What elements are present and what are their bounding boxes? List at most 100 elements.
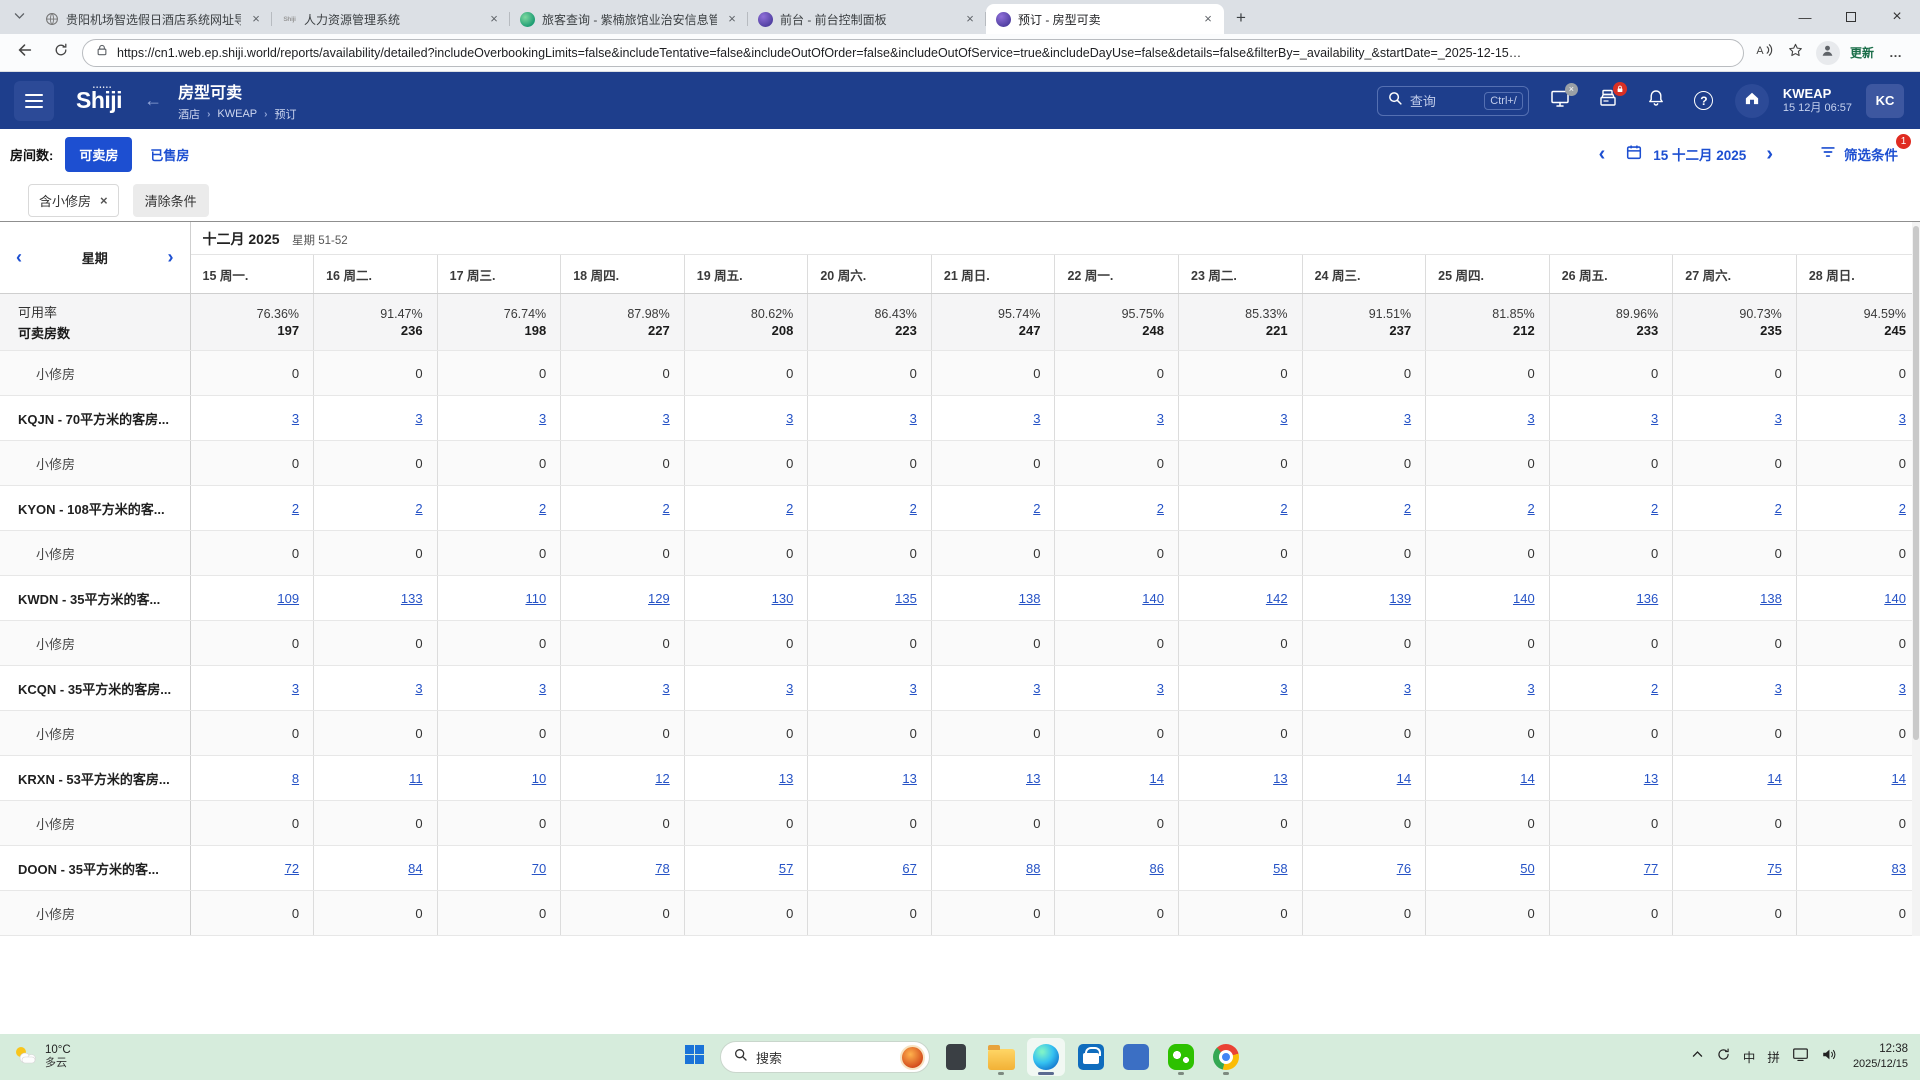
availability-link[interactable]: 10 — [532, 771, 546, 786]
more-menu-button[interactable]: … — [1882, 39, 1910, 67]
availability-link[interactable]: 2 — [415, 501, 422, 516]
chrome-app-button[interactable] — [1207, 1038, 1245, 1076]
availability-link[interactable]: 2 — [1280, 501, 1287, 516]
help-button[interactable]: ? — [1687, 84, 1721, 118]
browser-tab[interactable]: 旅客查询 - 紫楠旅馆业治安信息管× — [510, 4, 748, 34]
availability-link[interactable]: 3 — [663, 681, 670, 696]
user-avatar[interactable]: KC — [1866, 84, 1904, 118]
refresh-button[interactable] — [46, 38, 76, 68]
breadcrumb-property[interactable]: KWEAP — [217, 108, 257, 120]
availability-link[interactable]: 77 — [1644, 861, 1658, 876]
start-button[interactable] — [675, 1038, 713, 1076]
wechat-app-button[interactable] — [1162, 1038, 1200, 1076]
availability-link[interactable]: 129 — [648, 591, 670, 606]
availability-link[interactable]: 12 — [655, 771, 669, 786]
availability-link[interactable]: 3 — [1033, 411, 1040, 426]
availability-link[interactable]: 2 — [539, 501, 546, 516]
folder-app-button[interactable] — [982, 1038, 1020, 1076]
tab-close-icon[interactable]: × — [724, 11, 740, 27]
table-scrollbar[interactable] — [1912, 222, 1920, 936]
home-button[interactable] — [1735, 84, 1769, 118]
availability-link[interactable]: 3 — [1899, 411, 1906, 426]
ime-language-indicator[interactable]: 中 — [1743, 1047, 1756, 1066]
date-picker[interactable]: 15 十二月 2025 — [1653, 144, 1746, 164]
taskbar-clock[interactable]: 12:38 2025/12/15 — [1853, 1042, 1908, 1071]
browser-tab[interactable]: 预订 - 房型可卖× — [986, 4, 1224, 34]
workstation-button[interactable]: × — [1543, 84, 1577, 118]
availability-link[interactable]: 110 — [525, 591, 546, 606]
availability-link[interactable]: 109 — [277, 591, 299, 606]
calculator-app-button[interactable] — [1117, 1038, 1155, 1076]
tab-close-icon[interactable]: × — [962, 11, 978, 27]
availability-link[interactable]: 140 — [1513, 591, 1535, 606]
availability-link[interactable]: 76 — [1397, 861, 1411, 876]
availability-link[interactable]: 88 — [1026, 861, 1040, 876]
store-app-button[interactable] — [1072, 1038, 1110, 1076]
cashier-button[interactable] — [1591, 84, 1625, 118]
next-day-button[interactable]: › — [1756, 143, 1783, 166]
available-rooms-button[interactable]: 可卖房 — [65, 137, 132, 172]
availability-link[interactable]: 14 — [1767, 771, 1781, 786]
next-week-button[interactable]: › — [167, 247, 173, 268]
favorite-button[interactable] — [1782, 39, 1810, 67]
availability-link[interactable]: 2 — [1651, 501, 1658, 516]
availability-link[interactable]: 3 — [663, 411, 670, 426]
availability-link[interactable]: 3 — [1775, 681, 1782, 696]
tab-close-icon[interactable]: × — [486, 11, 502, 27]
previous-week-button[interactable]: ‹ — [16, 247, 22, 268]
availability-link[interactable]: 72 — [285, 861, 299, 876]
availability-link[interactable]: 135 — [895, 591, 917, 606]
availability-link[interactable]: 2 — [1527, 501, 1534, 516]
browser-tab[interactable]: 前台 - 前台控制面板× — [748, 4, 986, 34]
availability-link[interactable]: 3 — [1651, 411, 1658, 426]
availability-link[interactable]: 14 — [1892, 771, 1906, 786]
remove-chip-icon[interactable]: × — [100, 193, 108, 208]
clear-filters-button[interactable]: 清除条件 — [133, 184, 209, 217]
availability-link[interactable]: 2 — [786, 501, 793, 516]
browser-tab[interactable]: 贵阳机场智选假日酒店系统网址导× — [34, 4, 272, 34]
availability-link[interactable]: 2 — [1033, 501, 1040, 516]
availability-link[interactable]: 3 — [1404, 411, 1411, 426]
global-search-input[interactable]: 查询 Ctrl+/ — [1377, 86, 1529, 116]
read-aloud-button[interactable]: A — [1750, 39, 1778, 67]
close-button[interactable]: × — [1874, 0, 1920, 34]
page-back-button[interactable]: ← — [144, 90, 162, 111]
availability-link[interactable]: 11 — [409, 771, 423, 786]
availability-link[interactable]: 2 — [1404, 501, 1411, 516]
menu-button[interactable] — [14, 81, 54, 121]
availability-link[interactable]: 13 — [902, 771, 916, 786]
availability-link[interactable]: 14 — [1397, 771, 1411, 786]
availability-link[interactable]: 140 — [1142, 591, 1164, 606]
scrollbar-thumb[interactable] — [1913, 226, 1919, 740]
availability-link[interactable]: 2 — [292, 501, 299, 516]
availability-link[interactable]: 50 — [1520, 861, 1534, 876]
availability-link[interactable]: 3 — [415, 411, 422, 426]
availability-link[interactable]: 67 — [902, 861, 916, 876]
availability-link[interactable]: 8 — [292, 771, 299, 786]
back-button[interactable] — [10, 38, 40, 68]
availability-link[interactable]: 2 — [1157, 501, 1164, 516]
availability-link[interactable]: 3 — [539, 411, 546, 426]
availability-link[interactable]: 3 — [910, 411, 917, 426]
availability-link[interactable]: 57 — [779, 861, 793, 876]
weather-widget[interactable]: 10°C 多云 — [12, 1044, 71, 1071]
availability-link[interactable]: 3 — [910, 681, 917, 696]
availability-link[interactable]: 3 — [1527, 411, 1534, 426]
availability-link[interactable]: 2 — [663, 501, 670, 516]
availability-link[interactable]: 3 — [1404, 681, 1411, 696]
availability-link[interactable]: 13 — [1644, 771, 1658, 786]
availability-link[interactable]: 75 — [1767, 861, 1781, 876]
availability-link[interactable]: 133 — [401, 591, 423, 606]
new-tab-button[interactable]: + — [1228, 5, 1254, 31]
tray-chevron-up-icon[interactable] — [1691, 1048, 1704, 1066]
tab-close-icon[interactable]: × — [1200, 11, 1216, 27]
availability-link[interactable]: 130 — [772, 591, 794, 606]
availability-link[interactable]: 2 — [1775, 501, 1782, 516]
availability-link[interactable]: 3 — [1280, 411, 1287, 426]
availability-link[interactable]: 142 — [1266, 591, 1288, 606]
bing-daily-icon[interactable] — [900, 1045, 925, 1070]
availability-link[interactable]: 3 — [1157, 411, 1164, 426]
availability-link[interactable]: 2 — [1899, 501, 1906, 516]
availability-link[interactable]: 136 — [1637, 591, 1659, 606]
ime-pinyin-indicator[interactable]: 拼 — [1767, 1047, 1780, 1066]
